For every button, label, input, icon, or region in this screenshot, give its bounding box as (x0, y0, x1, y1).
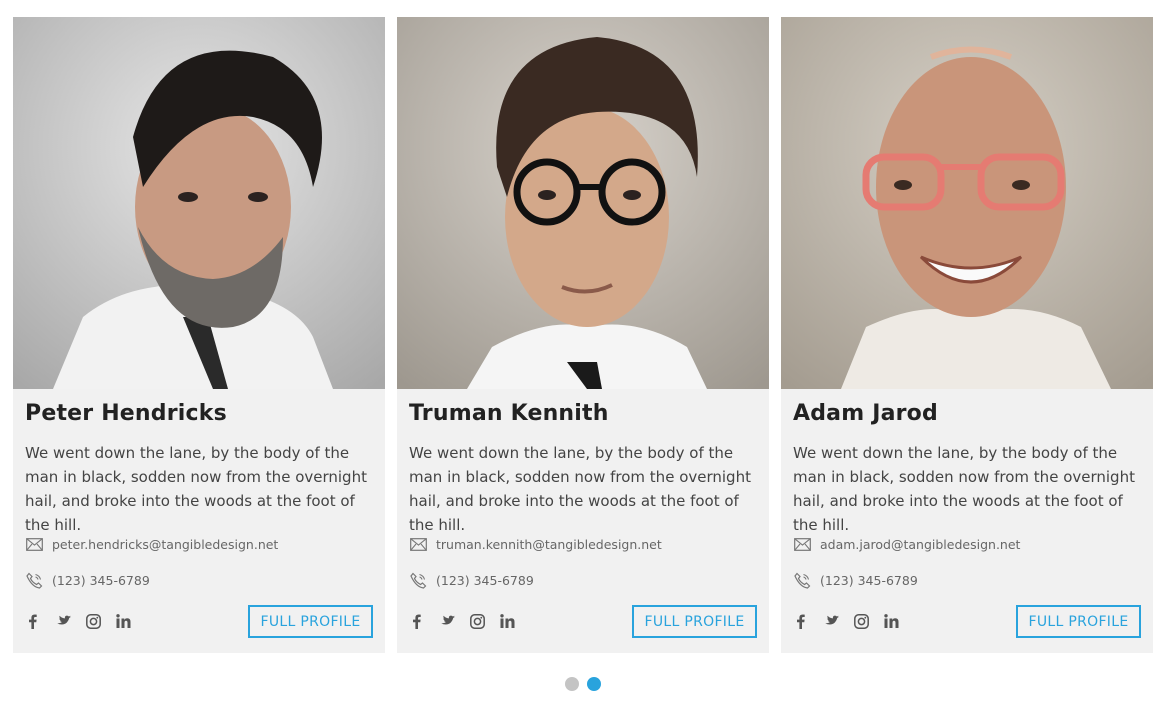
member-email: adam.jarod@tangibledesign.net (793, 535, 1020, 554)
member-email: peter.hendricks@tangibledesign.net (25, 535, 278, 554)
email-text[interactable]: truman.kennith@tangibledesign.net (436, 537, 662, 552)
member-name: Adam Jarod (793, 401, 938, 426)
member-bio: We went down the lane, by the body of th… (409, 444, 751, 534)
linkedin-icon[interactable] (883, 613, 899, 629)
full-profile-button[interactable]: FULL PROFILE (632, 605, 757, 638)
carousel-pagination (565, 677, 601, 691)
member-phone: (123) 345-6789 (409, 571, 534, 590)
full-profile-button[interactable]: FULL PROFILE (248, 605, 373, 638)
instagram-icon[interactable] (85, 613, 101, 629)
instagram-icon[interactable] (469, 613, 485, 629)
member-phone: (123) 345-6789 (25, 571, 150, 590)
phone-text[interactable]: (123) 345-6789 (52, 573, 150, 588)
team-carousel: Peter Hendricks We went down the lane, b… (13, 17, 1153, 653)
instagram-icon[interactable] (853, 613, 869, 629)
member-bio: We went down the lane, by the body of th… (793, 444, 1135, 534)
twitter-icon[interactable] (823, 613, 839, 629)
pagination-dot-2[interactable] (587, 677, 601, 691)
member-name: Truman Kennith (409, 401, 609, 426)
linkedin-icon[interactable] (499, 613, 515, 629)
full-profile-button[interactable]: FULL PROFILE (1016, 605, 1141, 638)
member-bio: We went down the lane, by the body of th… (25, 444, 367, 534)
phone-icon (25, 571, 44, 590)
phone-icon (409, 571, 428, 590)
member-photo (781, 17, 1153, 389)
team-card: Truman Kennith We went down the lane, by… (397, 17, 769, 653)
envelope-icon (25, 535, 44, 554)
twitter-icon[interactable] (55, 613, 71, 629)
pagination-dot-1[interactable] (565, 677, 579, 691)
facebook-icon[interactable] (25, 613, 41, 629)
envelope-icon (793, 535, 812, 554)
phone-icon (793, 571, 812, 590)
team-card: Adam Jarod We went down the lane, by the… (781, 17, 1153, 653)
email-text[interactable]: adam.jarod@tangibledesign.net (820, 537, 1020, 552)
member-name: Peter Hendricks (25, 401, 227, 426)
phone-text[interactable]: (123) 345-6789 (436, 573, 534, 588)
phone-text[interactable]: (123) 345-6789 (820, 573, 918, 588)
linkedin-icon[interactable] (115, 613, 131, 629)
social-links (409, 613, 515, 629)
social-links (25, 613, 131, 629)
facebook-icon[interactable] (793, 613, 809, 629)
social-links (793, 613, 899, 629)
member-photo (13, 17, 385, 389)
member-phone: (123) 345-6789 (793, 571, 918, 590)
team-card: Peter Hendricks We went down the lane, b… (13, 17, 385, 653)
facebook-icon[interactable] (409, 613, 425, 629)
twitter-icon[interactable] (439, 613, 455, 629)
email-text[interactable]: peter.hendricks@tangibledesign.net (52, 537, 278, 552)
member-photo (397, 17, 769, 389)
member-email: truman.kennith@tangibledesign.net (409, 535, 662, 554)
envelope-icon (409, 535, 428, 554)
